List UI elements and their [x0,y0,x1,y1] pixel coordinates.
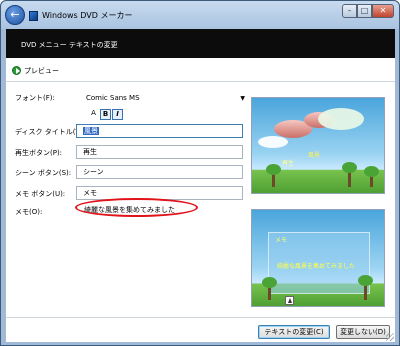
dont-change-button[interactable]: 変更しない(D) [336,325,390,339]
cloud-shape [258,136,288,148]
play-preview-icon [12,66,21,75]
page-title: DVD メニュー テキストの変更 [21,41,118,49]
font-label: フォント(F): [15,94,55,102]
dvd-maker-app-icon [29,11,38,21]
play-button-label: 再生ボタン(P): [15,149,63,157]
close-button[interactable]: ✕ [372,4,394,18]
tree-shape [358,275,373,300]
font-size-button[interactable]: A [88,109,99,120]
change-text-button[interactable]: テキストの変更(C) [258,325,330,339]
notes-label: メモ(O): [15,208,43,216]
tree-shape [342,162,357,187]
font-dropdown-value: Comic Sans MS [86,94,140,102]
title-bar: ← Windows DVD メーカー – □ ✕ [1,1,399,29]
scene-button-label: シーン ボタン(S): [15,169,72,177]
back-button[interactable]: ← [5,5,25,25]
menu-play-preview: 再生 [282,160,295,167]
divider [6,81,395,82]
tree-shape [262,277,277,300]
italic-button[interactable]: I [112,109,123,120]
notes-preview-text: 綺麗な風景を集めてみました [277,263,356,270]
app-window: ← Windows DVD メーカー – □ ✕ DVD メニュー テキストの変… [0,0,400,346]
menu-preview-image: 風景 再生 [251,97,385,194]
notes-overlay-panel: メモ 綺麗な風景を集めてみました [268,232,370,294]
maximize-icon: □ [360,6,369,15]
close-icon: ✕ [379,6,387,15]
bold-button[interactable]: B [100,109,111,120]
cloud-shape [318,108,364,130]
disc-title-field[interactable]: 風景 [76,124,243,138]
tree-shape [266,164,281,187]
window-title: Windows DVD メーカー [42,11,133,20]
chevron-down-icon: ▼ [240,95,245,102]
up-arrow-icon [285,296,294,305]
maximize-button[interactable]: □ [357,4,372,18]
disc-title-value: 風景 [83,127,99,135]
minimize-button[interactable]: – [342,4,357,18]
preview-link[interactable]: プレビュー [6,58,395,82]
minimize-icon: – [347,6,352,15]
dialog-client-area: DVD メニュー テキストの変更 プレビュー フォント(F): Comic Sa… [6,29,395,342]
tree-shape [364,166,379,187]
play-button-field[interactable]: 再生 [76,145,243,159]
scene-button-field[interactable]: シーン [76,165,243,179]
notes-button-label: メモ ボタン(U): [15,190,66,198]
menu-title-preview: 風景 [308,152,321,159]
disc-title-label: ディスク タイトル(T): [15,128,85,136]
footer-divider [6,317,395,318]
font-dropdown[interactable]: Comic Sans MS ▼ [86,92,249,104]
back-arrow-icon: ← [10,8,20,21]
page-header: DVD メニュー テキストの変更 [6,29,395,58]
highlight-annotation [75,198,198,217]
notes-preview-image: メモ 綺麗な風景を集めてみました [251,209,385,307]
preview-label: プレビュー [24,67,59,75]
notes-preview-header: メモ [275,237,288,244]
resize-grip[interactable] [386,333,394,341]
